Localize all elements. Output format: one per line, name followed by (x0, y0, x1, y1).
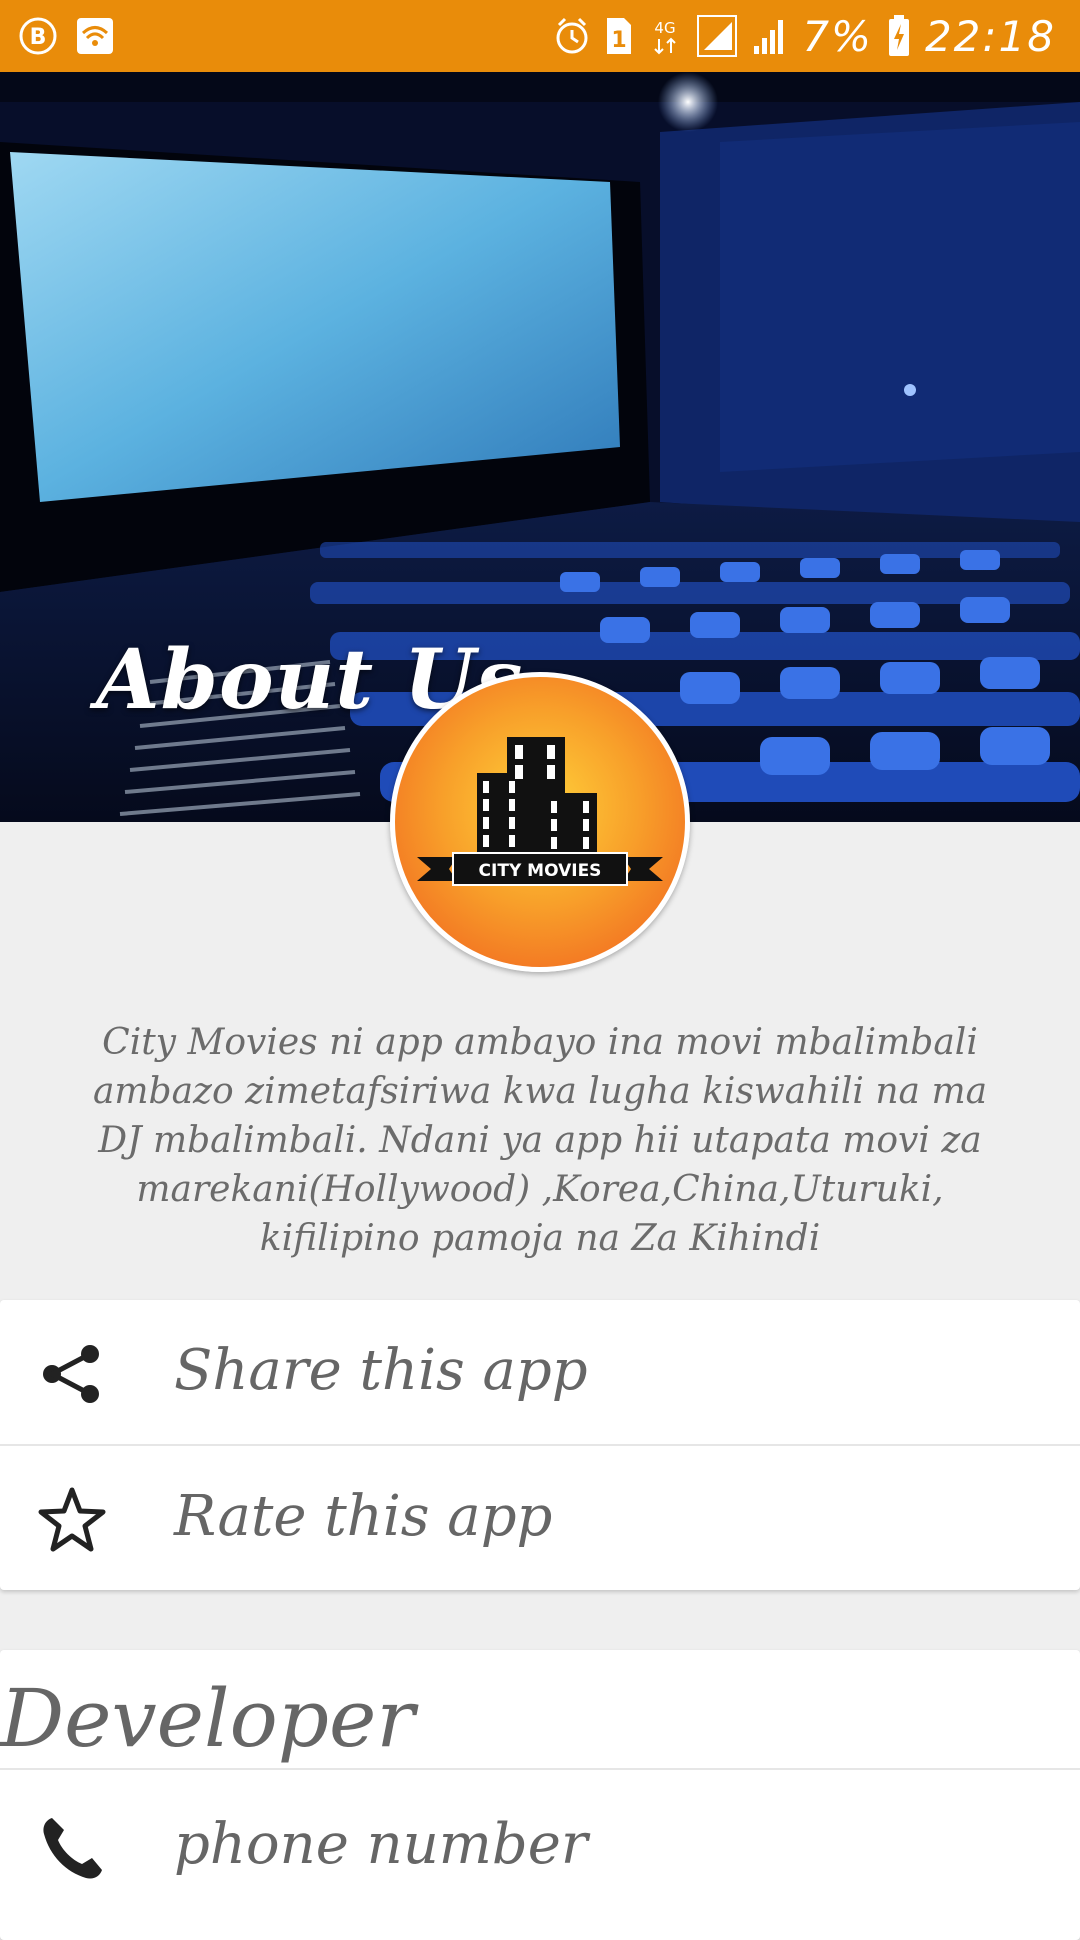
share-icon (38, 1340, 106, 1408)
developer-heading: Developer (0, 1672, 415, 1765)
signal-icon (696, 14, 738, 58)
battery-icon (887, 14, 911, 58)
signal-icon-2 (752, 16, 788, 56)
sim-icon: 1 (604, 15, 634, 57)
app-logo: CITY MOVIES (390, 672, 690, 972)
share-app-row[interactable]: Share this app (0, 1300, 1080, 1444)
phone-icon (38, 1814, 106, 1882)
status-bar: B 1 4G 7% 22:18 (0, 0, 1080, 72)
share-app-label: Share this app (174, 1338, 588, 1403)
network-icon: 4G (648, 15, 682, 57)
actions-card: Share this app Rate this app (0, 1300, 1080, 1590)
svg-text:B: B (30, 25, 47, 50)
star-icon (38, 1486, 106, 1554)
svg-text:1: 1 (612, 28, 627, 53)
wifi-icon (76, 17, 114, 55)
rate-app-row[interactable]: Rate this app (0, 1446, 1080, 1590)
city-buildings-icon: CITY MOVIES (417, 737, 663, 886)
phone-number-label: phone number (174, 1812, 588, 1877)
logo-text: CITY MOVIES (479, 861, 602, 881)
clock: 22:18 (924, 11, 1056, 61)
phone-number-row[interactable]: phone number (0, 1770, 1080, 1914)
bbm-icon: B (18, 16, 58, 56)
svg-text:4G: 4G (655, 19, 676, 37)
app-description: City Movies ni app ambayo ina movi mbali… (92, 1022, 988, 1259)
alarm-icon (554, 16, 590, 56)
rate-app-label: Rate this app (174, 1484, 553, 1549)
battery-percent: 7% (802, 11, 873, 61)
